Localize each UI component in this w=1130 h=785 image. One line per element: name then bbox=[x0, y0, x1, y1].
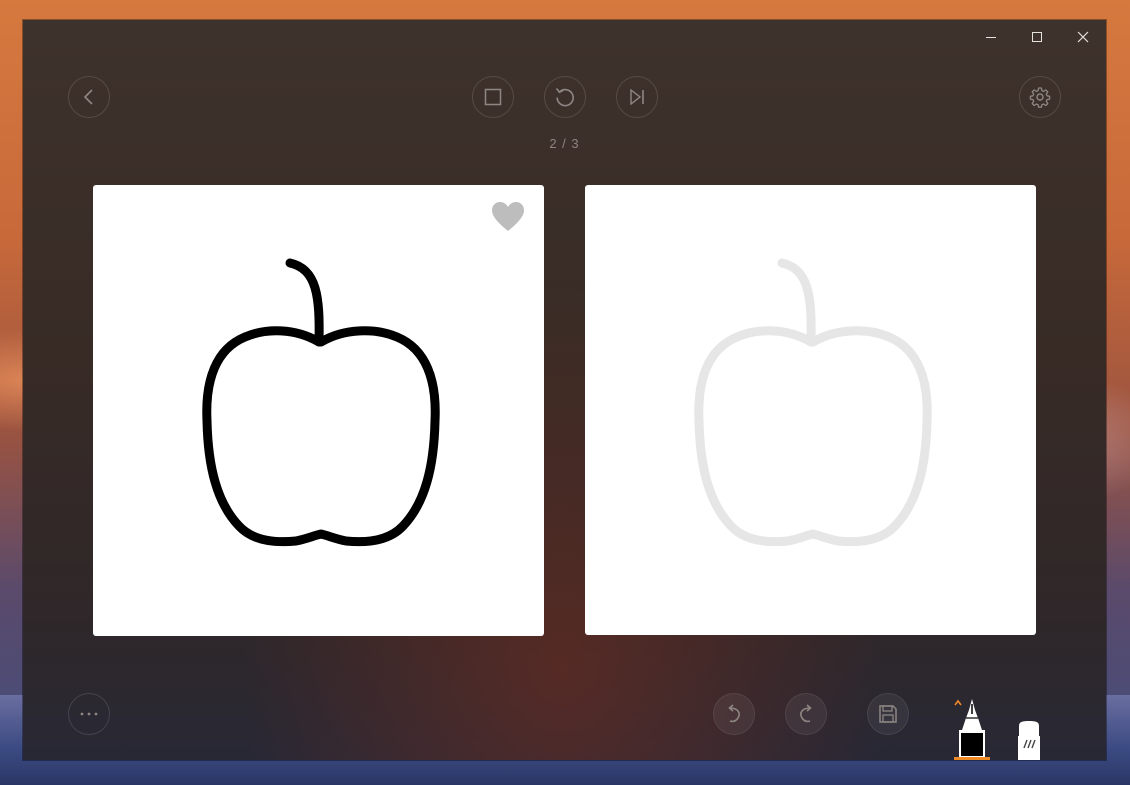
maximize-icon bbox=[1032, 32, 1042, 42]
skip-next-button[interactable] bbox=[616, 76, 658, 118]
apple-guide-icon bbox=[694, 258, 932, 547]
close-button[interactable] bbox=[1060, 20, 1106, 54]
settings-button[interactable] bbox=[1019, 76, 1061, 118]
undo-icon bbox=[728, 704, 740, 723]
redo-button[interactable] bbox=[785, 693, 827, 735]
minimize-icon bbox=[986, 37, 996, 38]
save-button[interactable] bbox=[867, 693, 909, 735]
redo-icon bbox=[800, 704, 812, 723]
apple-icon bbox=[202, 258, 440, 547]
back-button[interactable] bbox=[68, 76, 110, 118]
more-dots-icon bbox=[80, 712, 98, 716]
eraser-tool[interactable] bbox=[1013, 718, 1045, 760]
square-stop-icon bbox=[484, 88, 502, 106]
more-button[interactable] bbox=[68, 693, 110, 735]
drawing-canvas[interactable] bbox=[585, 185, 1036, 635]
gear-icon bbox=[1029, 87, 1051, 108]
progress-counter: 2 / 3 bbox=[549, 136, 580, 151]
undo-button[interactable] bbox=[713, 693, 755, 735]
app-window: 2 / 3 bbox=[23, 20, 1106, 760]
chevron-left-icon bbox=[83, 89, 93, 105]
save-icon bbox=[879, 705, 897, 723]
close-icon bbox=[1077, 31, 1089, 43]
stop-button[interactable] bbox=[472, 76, 514, 118]
reference-card bbox=[93, 185, 544, 636]
replay-button[interactable] bbox=[544, 76, 586, 118]
minimize-button[interactable] bbox=[968, 20, 1014, 54]
eraser-tool-icon bbox=[1018, 721, 1040, 760]
replay-icon bbox=[555, 87, 574, 107]
pen-tool-icon bbox=[954, 699, 990, 760]
maximize-button[interactable] bbox=[1014, 20, 1060, 54]
skip-next-icon bbox=[630, 88, 644, 106]
pen-tool[interactable] bbox=[951, 696, 991, 760]
